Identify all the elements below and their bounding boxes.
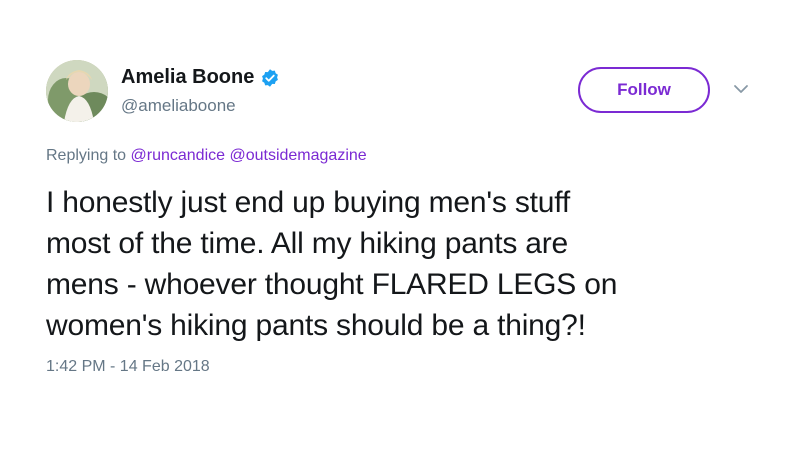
tweet-text-line: most of the time. All my hiking pants ar… — [46, 227, 569, 260]
author-name-row: Amelia Boone — [121, 66, 280, 89]
tweet-text: I honestly just end up buying men's stuf… — [46, 182, 746, 346]
author-display-name[interactable]: Amelia Boone — [121, 66, 254, 89]
reply-prefix: Replying to — [46, 147, 127, 164]
verified-badge-icon — [260, 68, 280, 88]
tweet-text-line: I honestly just end up buying men's stuf… — [46, 186, 570, 219]
follow-button[interactable]: Follow — [578, 67, 710, 113]
mention-link[interactable]: @runcandice — [131, 147, 226, 164]
chevron-down-icon[interactable] — [732, 82, 750, 96]
tweet-timestamp[interactable]: 1:42 PM - 14 Feb 2018 — [46, 358, 210, 376]
avatar-photo — [46, 60, 108, 122]
avatar[interactable] — [46, 60, 108, 122]
mention-link[interactable]: @outsidemagazine — [229, 147, 366, 164]
tweet-card: Amelia Boone @ameliaboone Follow Replyin… — [0, 0, 800, 450]
author-handle[interactable]: @ameliaboone — [121, 96, 236, 116]
tweet-text-line: mens - whoever thought FLARED LEGS on — [46, 268, 618, 301]
reply-context: Replying to @runcandice @outsidemagazine — [46, 147, 367, 165]
tweet-text-line: women's hiking pants should be a thing?! — [46, 309, 586, 342]
